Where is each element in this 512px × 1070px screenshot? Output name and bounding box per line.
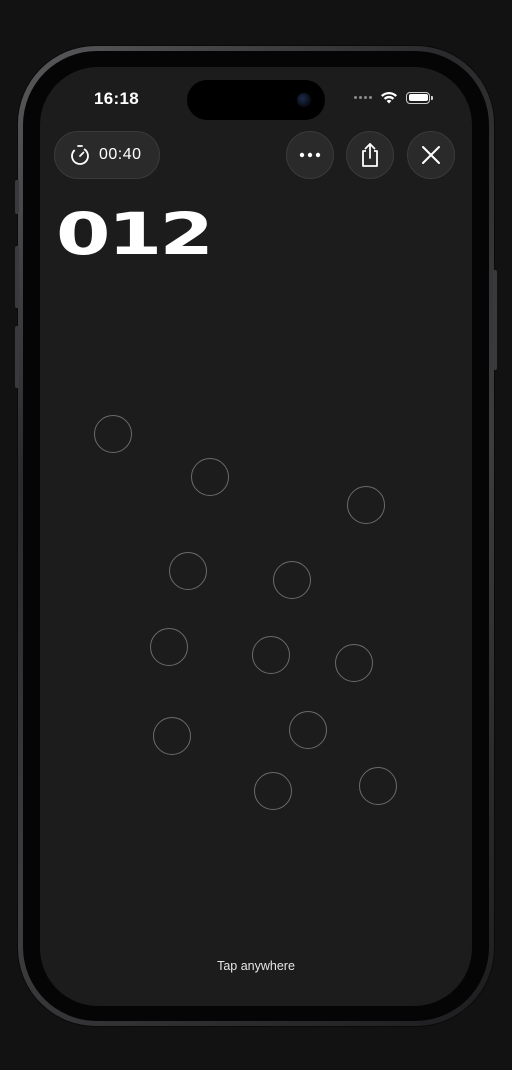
- share-button[interactable]: [346, 131, 394, 179]
- dynamic-island: [187, 80, 325, 120]
- more-button[interactable]: [286, 131, 334, 179]
- target-circle[interactable]: [94, 415, 132, 453]
- stopwatch-icon: [71, 145, 89, 165]
- power-button: [493, 270, 497, 370]
- wifi-icon: [381, 91, 397, 104]
- close-button[interactable]: [407, 131, 455, 179]
- target-circle[interactable]: [252, 636, 290, 674]
- cellular-signal-icon: [354, 96, 372, 99]
- target-circle[interactable]: [347, 486, 385, 524]
- ellipsis-icon: [299, 152, 321, 158]
- timer-pill[interactable]: 00:40: [54, 131, 160, 179]
- target-circle[interactable]: [191, 458, 229, 496]
- battery-icon: [406, 91, 433, 104]
- app-screen[interactable]: 16:18 00:40 012 Tap anywhere: [40, 67, 472, 1006]
- close-icon: [422, 146, 440, 164]
- target-circle[interactable]: [335, 644, 373, 682]
- target-circle[interactable]: [254, 772, 292, 810]
- target-circle[interactable]: [289, 711, 327, 749]
- score-counter: 012: [56, 200, 214, 268]
- timer-value: 00:40: [99, 146, 142, 163]
- status-time: 16:18: [94, 89, 139, 108]
- target-circle[interactable]: [273, 561, 311, 599]
- target-circle[interactable]: [153, 717, 191, 755]
- volume-up-button: [15, 246, 19, 308]
- target-circle[interactable]: [359, 767, 397, 805]
- volume-down-button: [15, 326, 19, 388]
- status-icons: [354, 91, 433, 104]
- action-button: [15, 180, 19, 214]
- share-icon: [362, 143, 378, 167]
- tap-hint: Tap anywhere: [217, 959, 295, 973]
- target-circle[interactable]: [169, 552, 207, 590]
- target-circle[interactable]: [150, 628, 188, 666]
- camera-icon: [297, 93, 311, 107]
